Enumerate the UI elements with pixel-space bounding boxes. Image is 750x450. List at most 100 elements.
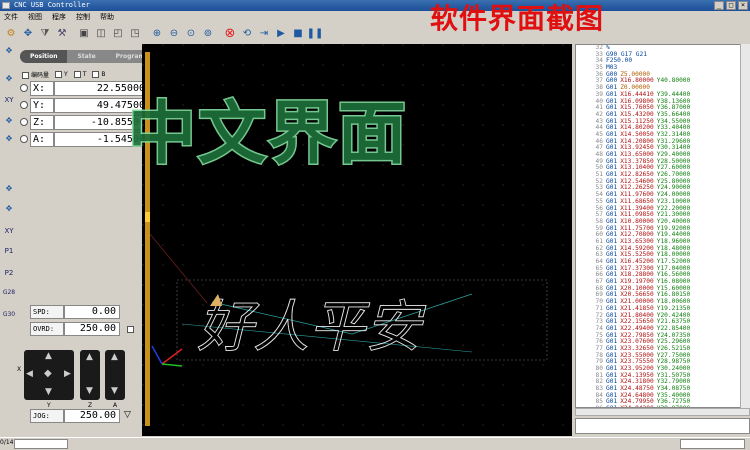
app-icon (2, 2, 10, 9)
spd-label: SPD: (30, 305, 64, 319)
menu-bar: 文件 视图 程序 控制 帮助 (0, 11, 420, 23)
p2-icon[interactable]: P2 (1, 269, 17, 283)
zoom-out-icon[interactable]: ⊖ (166, 25, 182, 41)
jog-a-label: A (113, 402, 118, 409)
menu-file[interactable]: 文件 (4, 11, 18, 23)
close-button[interactable]: × (738, 1, 748, 10)
view-front-icon[interactable]: ◰ (110, 25, 126, 41)
jog-z-bar[interactable]: ▲ ▼ (80, 350, 100, 400)
axis-z-radio[interactable] (20, 118, 28, 126)
view-iso-icon[interactable]: ▣ (76, 25, 92, 41)
stop-square-icon[interactable]: ■ (290, 25, 306, 41)
jog-y-minus-icon[interactable]: ▼ (45, 387, 52, 397)
stop-icon[interactable]: ⊗ (222, 25, 238, 41)
jog-a-bar[interactable]: ▲ ▼ (105, 350, 125, 400)
spd-value[interactable]: 0.00 (64, 305, 120, 319)
axis-y-label: Y: (30, 98, 54, 113)
jog-a-minus-icon[interactable]: ▼ (111, 386, 118, 396)
reset-icon[interactable]: ⟲ (239, 25, 255, 41)
chinese-ui-watermark: 中文界面 (126, 94, 409, 176)
status-box-2 (680, 439, 745, 449)
left-panel: ✥ ✥ XY ✥ ✥ ✥ ✥ XY P1 P2 G28 G30 Position… (0, 44, 155, 436)
jog-z-label: Z (88, 402, 93, 409)
left-icon-strip: ✥ ✥ XY ✥ ✥ ✥ ✥ XY P1 P2 G28 G30 (0, 44, 18, 436)
axis-row-y: Y: 49.47500 (20, 98, 148, 113)
settings-icon[interactable]: ⚒ (54, 25, 70, 41)
b-checkbox[interactable]: B (92, 71, 105, 78)
connect-icon[interactable]: ⚙ (3, 25, 19, 41)
ovrd-field: OVRD: 250.00 (30, 322, 120, 336)
panel-tabs: Position State Program (20, 50, 155, 63)
axis-y-radio[interactable] (20, 101, 28, 109)
jog-field: JOG: 250.00 (30, 409, 120, 423)
g28-icon[interactable]: G28 (1, 289, 17, 303)
status-bar: 0/14 (0, 437, 750, 450)
home-xy-icon[interactable]: XY (1, 96, 17, 110)
axis-a-radio[interactable] (20, 135, 28, 143)
gcode-y: Y40.80000 (656, 77, 691, 85)
ovrd-checkbox[interactable] (127, 326, 134, 333)
line-counter: 0/14 (0, 439, 14, 446)
tab-position[interactable]: Position (20, 50, 68, 63)
jog-arrows-icon-6[interactable]: ✥ (1, 204, 17, 218)
axis-z-label: Z: (30, 115, 54, 130)
gcode-vertical-scrollbar[interactable] (740, 44, 750, 408)
zoom-fit-icon[interactable]: ⊙ (183, 25, 199, 41)
gcode-horizontal-scrollbar[interactable] (575, 408, 750, 416)
p1-icon[interactable]: P1 (1, 247, 17, 261)
zoom-in-icon[interactable]: ⊕ (149, 25, 165, 41)
ovrd-value[interactable]: 250.00 (64, 322, 120, 336)
menu-help[interactable]: 帮助 (100, 11, 114, 23)
jog-center-icon[interactable]: ◆ (44, 368, 52, 379)
jog-arrows-icon-3[interactable]: ✥ (1, 116, 17, 130)
view-side-icon[interactable]: ◳ (127, 25, 143, 41)
home-xy-icon-2[interactable]: XY (1, 227, 17, 241)
jog-arrows-icon-5[interactable]: ✥ (1, 184, 17, 198)
menu-view[interactable]: 视图 (28, 11, 42, 23)
jog-x-label: X (17, 366, 22, 373)
jog-x-plus-icon[interactable]: ▶ (64, 369, 71, 379)
filter-icon[interactable]: ⧩ (37, 25, 53, 41)
jog-z-plus-icon[interactable]: ▲ (86, 352, 93, 362)
jog-x-minus-icon[interactable]: ◀ (26, 369, 33, 379)
minimize-button[interactable]: _ (714, 1, 724, 10)
tab-state[interactable]: State (67, 50, 105, 63)
jog-y-label: Y (47, 402, 51, 409)
jog-label: JOG: (30, 409, 64, 423)
mdi-input[interactable] (575, 418, 750, 434)
zoom-window-icon[interactable]: ⊚ (200, 25, 216, 41)
g30-icon[interactable]: G30 (1, 311, 17, 325)
t-checkbox[interactable]: T (73, 71, 86, 78)
toolpath-text: 好人平安 (197, 295, 426, 360)
machine-coord-checkbox[interactable]: 编码量 (22, 70, 49, 79)
gcode-listing[interactable]: 32% 33 G90 G17 G21 34 F250.00 35 M03 36 G00 Z5.00… (575, 44, 750, 408)
axis-row-z: Z: -10.85500 (20, 115, 148, 130)
menu-program[interactable]: 程序 (52, 11, 66, 23)
axis-row-x: X: 22.55000 (20, 81, 148, 96)
maximize-button[interactable]: □ (726, 1, 736, 10)
jog-a-plus-icon[interactable]: ▲ (111, 352, 118, 362)
axis-x-radio[interactable] (20, 84, 28, 92)
jog-xy-pad[interactable]: ▲ ▼ ◀ ▶ ◆ (24, 350, 74, 400)
jog-z-minus-icon[interactable]: ▼ (86, 386, 93, 396)
menu-control[interactable]: 控制 (76, 11, 90, 23)
jog-arrows-icon-4[interactable]: ✥ (1, 134, 17, 148)
jog-value[interactable]: 250.00 (64, 409, 120, 423)
y-checkbox[interactable]: Y (55, 71, 68, 78)
jog-y-plus-icon[interactable]: ▲ (45, 351, 52, 361)
status-box-1 (14, 439, 68, 449)
jog-arrows-icon[interactable]: ✥ (1, 46, 17, 60)
pause-icon[interactable]: ❚❚ (307, 25, 324, 41)
view-top-icon[interactable]: ◫ (93, 25, 109, 41)
coord-options: 编码量 Y T B (22, 70, 105, 79)
ovrd-label: OVRD: (30, 322, 64, 336)
play-icon[interactable]: ▶ (273, 25, 289, 41)
title-bar: CNC USB Controller _ □ × (0, 0, 750, 11)
window-title: CNC USB Controller (14, 1, 90, 9)
step-icon[interactable]: ⇥ (256, 25, 272, 41)
spd-field: SPD: 0.00 (30, 305, 120, 319)
chevron-down-icon[interactable]: ▽ (124, 410, 131, 420)
toolbar: ⚙ ✥ ⧩ ⚒ ▣ ◫ ◰ ◳ ⊕ ⊖ ⊙ ⊚ ⊗ ⟲ ⇥ ▶ ■ ❚❚ (0, 23, 575, 43)
jog-arrows-icon-2[interactable]: ✥ (1, 74, 17, 88)
move-icon[interactable]: ✥ (20, 25, 36, 41)
